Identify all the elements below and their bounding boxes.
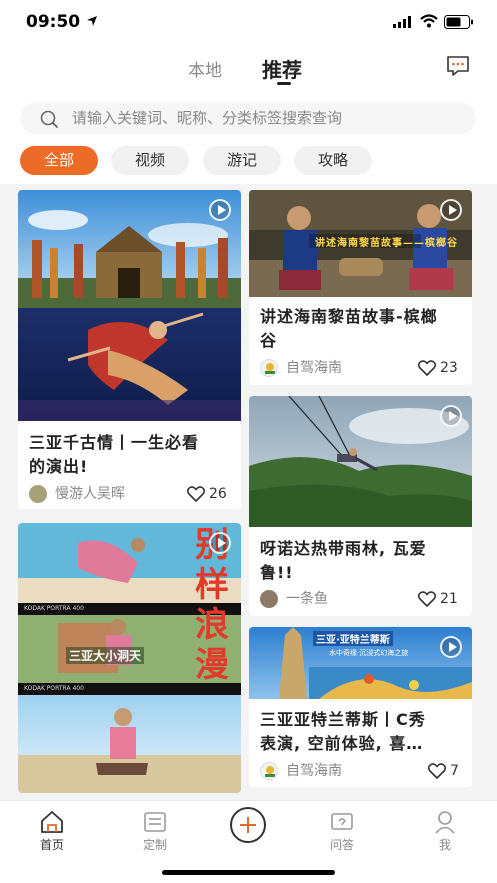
thumbnail-caption: 三亚·亚特兰蒂斯 (313, 631, 393, 646)
status-time: 09:50 (26, 12, 81, 32)
thumbnail-subcaption: 水中奇缘·沉浸式幻海之旅 (329, 649, 409, 657)
search-input[interactable] (72, 102, 462, 134)
active-tab-indicator (277, 82, 291, 85)
card-image: 讲述海南黎苗故事——槟榔谷 (249, 190, 472, 297)
bottom-tab-bar: 首页 定制 问答 我 (0, 800, 497, 883)
heart-icon (187, 486, 205, 502)
author-name: 一条鱼 (286, 591, 328, 607)
card-title: 三亚千古情丨一生必看 的演出! (29, 431, 199, 479)
heart-icon (418, 360, 436, 376)
home-indicator (162, 870, 335, 875)
card-title-line: 三亚亚特兰蒂斯丨C秀 (260, 710, 426, 729)
like-button[interactable]: 7 (428, 761, 462, 781)
status-bar: 09:50 (0, 0, 497, 46)
video-play-icon (440, 636, 462, 658)
add-post-button[interactable] (230, 807, 266, 843)
heart-icon (428, 763, 446, 779)
card-image: 三亚·亚特兰蒂斯 水中奇缘·沉浸式幻海之旅 (249, 627, 472, 699)
feed-card[interactable]: 呀诺达热带雨林, 瓦爱 鲁!! 一条鱼 21 (249, 396, 472, 616)
feed-card[interactable]: 三亚·亚特兰蒂斯 水中奇缘·沉浸式幻海之旅 三亚亚特兰蒂斯丨C秀 表演, 空前体… (249, 627, 472, 787)
tab-qa[interactable]: 问答 (297, 801, 387, 861)
message-icon[interactable] (446, 55, 470, 77)
video-play-icon (440, 405, 462, 427)
filter-bar: 全部 视频 游记 攻略 (0, 140, 497, 184)
filter-chip-travelogue[interactable]: 游记 (203, 146, 281, 175)
card-title-line: 鲁!! (260, 563, 294, 582)
signal-icon (393, 16, 411, 28)
qa-icon (331, 813, 353, 830)
thumbnail-subcaption: 三亚大小洞天 (66, 647, 145, 664)
card-title-line: 谷 (260, 331, 278, 350)
home-icon (41, 811, 63, 833)
avatar (260, 359, 278, 377)
author-name: 自驾海南 (286, 763, 342, 779)
card-image (249, 396, 472, 527)
battery-icon (444, 15, 473, 29)
thumbnail-caption: 讲述海南黎苗故事——槟榔谷 (315, 238, 458, 249)
card-title-line: 讲述海南黎苗故事-槟榔 (260, 307, 438, 326)
card-title: 呀诺达热带雨林, 瓦爱 鲁!! (260, 537, 427, 585)
video-play-icon (209, 199, 231, 221)
card-title-line: 三亚千古情丨一生必看 (29, 433, 200, 452)
custom-icon (144, 812, 166, 832)
search-bar (0, 96, 497, 140)
avatar (260, 762, 278, 780)
tab-home-label: 首页 (39, 838, 64, 852)
card-title-line: 呀诺达热带雨林, 瓦爱 (260, 539, 427, 558)
like-button[interactable]: 23 (418, 358, 462, 378)
filter-chip-video[interactable]: 视频 (111, 146, 189, 175)
author-name: 自驾海南 (286, 360, 342, 376)
like-count: 7 (450, 763, 459, 779)
film-label: KODAK PORTRA 400 (24, 605, 84, 612)
tab-me-label: 我 (438, 838, 451, 852)
author-name: 慢游人吴晖 (55, 486, 125, 502)
tab-custom[interactable]: 定制 (110, 801, 200, 861)
avatar (29, 485, 47, 503)
search-icon (40, 110, 58, 128)
like-count: 21 (440, 591, 458, 607)
avatar (260, 590, 278, 608)
like-count: 26 (209, 486, 227, 502)
filter-chip-all[interactable]: 全部 (20, 146, 98, 175)
card-image: 别样浪漫 三亚大小洞天 KODAK PORTRA 400 KODAK PORTR… (18, 523, 241, 793)
card-title-line: 的演出! (29, 457, 89, 476)
feed-card[interactable]: 讲述海南黎苗故事——槟榔谷 讲述海南黎苗故事-槟榔 谷 自驾海南 23 (249, 190, 472, 385)
top-header: 本地 推荐 (0, 46, 497, 96)
content-feed[interactable]: 三亚千古情丨一生必看 的演出! 慢游人吴晖 26 讲述海南黎苗故事——槟榔谷 讲… (0, 184, 497, 800)
tab-custom-label: 定制 (142, 838, 167, 852)
feed-card[interactable]: 三亚千古情丨一生必看 的演出! 慢游人吴晖 26 (18, 190, 241, 509)
heart-icon (418, 591, 436, 607)
user-icon (435, 811, 455, 834)
feed-card[interactable]: 别样浪漫 三亚大小洞天 KODAK PORTRA 400 KODAK PORTR… (18, 523, 241, 793)
like-button[interactable]: 21 (418, 589, 462, 609)
card-image (18, 190, 241, 421)
video-play-icon (209, 532, 231, 554)
wifi-icon (420, 14, 438, 28)
card-title: 讲述海南黎苗故事-槟榔 谷 (260, 305, 438, 353)
tab-me[interactable]: 我 (400, 801, 490, 861)
location-arrow-icon (87, 16, 97, 26)
card-title-line: 表演, 空前体验, 喜… (260, 734, 424, 753)
search-box[interactable] (20, 102, 476, 134)
tab-recommend[interactable]: 推荐 (262, 54, 302, 83)
film-label: KODAK PORTRA 400 (24, 685, 84, 692)
tab-home[interactable]: 首页 (7, 801, 97, 861)
like-count: 23 (440, 360, 458, 376)
like-button[interactable]: 26 (187, 484, 231, 504)
video-play-icon (440, 199, 462, 221)
filter-chip-guide[interactable]: 攻略 (294, 146, 372, 175)
tab-local[interactable]: 本地 (188, 56, 222, 81)
card-title: 三亚亚特兰蒂斯丨C秀 表演, 空前体验, 喜… (260, 708, 426, 756)
tab-qa-label: 问答 (329, 838, 354, 852)
